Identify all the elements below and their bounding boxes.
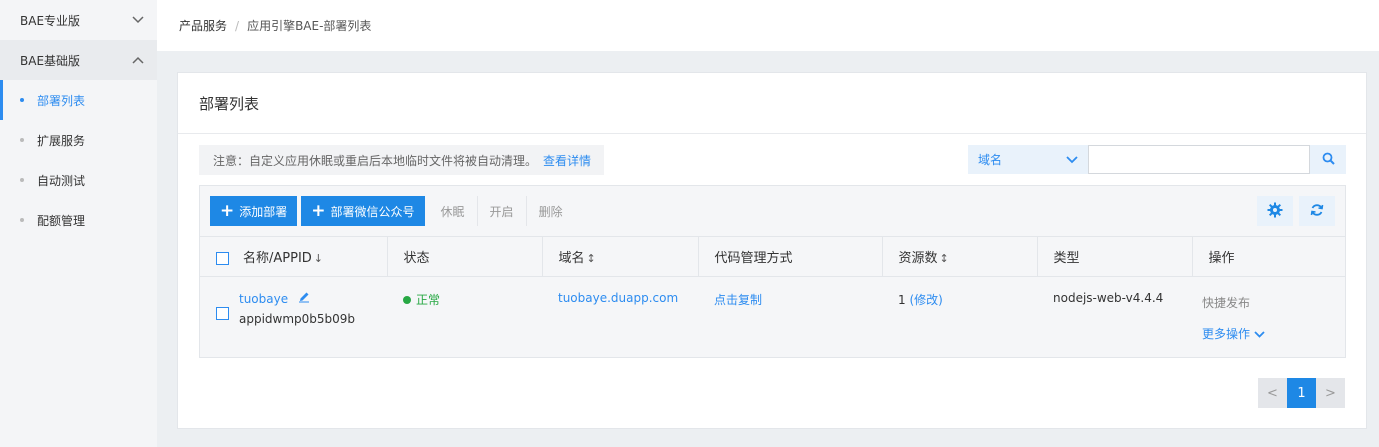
quick-publish-button[interactable]: 快捷发布: [1202, 294, 1345, 311]
sidebar-item-extensions[interactable]: 扩展服务: [0, 120, 157, 160]
page-1-button[interactable]: 1: [1287, 378, 1316, 408]
cell-name: tuobaye appidwmp0b5b09b: [200, 276, 387, 357]
bullet-icon: [20, 138, 24, 142]
more-actions-label: 更多操作: [1202, 327, 1251, 341]
toolbar: + 添加部署 + 部署微信公众号 休眠 开启 删除: [200, 186, 1345, 236]
search-bar: 域名: [968, 145, 1346, 174]
sidebar-item-deploy-list[interactable]: 部署列表: [0, 80, 157, 120]
sidebar-item-label: 部署列表: [37, 93, 86, 108]
cell-resources: 1 (修改): [882, 276, 1037, 357]
modify-resources-link[interactable]: (修改): [909, 293, 942, 307]
type-text: nodejs-web-v4.4.4: [1053, 291, 1164, 305]
plus-icon: +: [311, 200, 326, 221]
breadcrumb-separator: /: [235, 18, 240, 33]
bullet-icon: [20, 218, 24, 222]
sidebar-item-auto-test[interactable]: 自动测试: [0, 160, 157, 200]
search-input[interactable]: [1088, 145, 1310, 174]
notice-bar: 注意：自定义应用休眠或重启后本地临时文件将被自动清理。 查看详情: [199, 145, 604, 175]
copy-link[interactable]: 点击复制: [714, 293, 762, 307]
select-all-checkbox[interactable]: [216, 252, 229, 265]
start-button[interactable]: 开启: [478, 196, 527, 226]
notice-details-link[interactable]: 查看详情: [543, 152, 591, 169]
toolbar-icons: [1257, 196, 1335, 226]
chevron-down-icon: [1066, 153, 1078, 167]
sidebar-group-label: BAE专业版: [20, 13, 81, 28]
sidebar-group-bae-pro[interactable]: BAE专业版: [0, 0, 157, 40]
table-row: tuobaye appidwmp0b5b09b 正常 tuobaye.duapp…: [200, 276, 1345, 357]
add-deploy-label: 添加部署: [239, 204, 288, 219]
page-title: 部署列表: [178, 73, 1366, 134]
delete-button[interactable]: 删除: [527, 196, 575, 226]
notice-text: 注意：自定义应用休眠或重启后本地临时文件将被自动清理。: [213, 153, 538, 168]
search-button[interactable]: [1310, 145, 1346, 174]
app-name-link[interactable]: tuobaye: [239, 292, 288, 306]
resource-count: 1: [898, 293, 906, 307]
column-header-status: 状态: [403, 251, 430, 266]
column-header-domain: 域名: [558, 251, 585, 266]
column-header-name: 名称/APPID: [243, 251, 312, 266]
prev-page-button[interactable]: <: [1258, 378, 1287, 408]
bullet-icon: [20, 178, 24, 182]
chevron-down-icon: [131, 13, 145, 27]
cell-domain: tuobaye.duapp.com: [542, 276, 698, 357]
sidebar-group-bae-basic[interactable]: BAE基础版: [0, 40, 157, 80]
status-ok-icon: [403, 296, 411, 304]
breadcrumb-item-current: 应用引擎BAE-部署列表: [247, 19, 372, 33]
sort-icon: ↕: [939, 252, 949, 265]
column-status: 状态: [387, 236, 543, 277]
column-actions: 操作: [1192, 237, 1345, 277]
column-domain[interactable]: 域名 ↕: [542, 236, 699, 277]
chevron-down-icon: [1254, 327, 1265, 341]
sidebar-item-label: 扩展服务: [37, 133, 86, 148]
settings-button[interactable]: [1257, 196, 1293, 226]
sidebar-submenu: 部署列表 扩展服务 自动测试 配额管理: [0, 80, 157, 240]
deploy-grid: + 添加部署 + 部署微信公众号 休眠 开启 删除 名称/APPID ↓ 状态 …: [199, 185, 1346, 358]
column-header-actions: 操作: [1208, 251, 1235, 266]
cell-actions: 快捷发布 更多操作: [1192, 276, 1345, 357]
bullet-icon: [20, 98, 24, 102]
more-actions-dropdown[interactable]: 更多操作: [1202, 325, 1345, 342]
table-header-row: 名称/APPID ↓ 状态 域名 ↕ 代码管理方式 资源数 ↕ 类型 操作: [200, 236, 1345, 277]
sort-desc-icon: ↓: [313, 252, 324, 265]
column-code-mgmt: 代码管理方式: [698, 236, 883, 277]
search-icon: [1322, 152, 1335, 168]
chevron-up-icon: [131, 53, 145, 67]
deploy-table: 名称/APPID ↓ 状态 域名 ↕ 代码管理方式 资源数 ↕ 类型 操作 tu…: [200, 236, 1345, 357]
row-checkbox[interactable]: [216, 307, 229, 320]
breadcrumb-item-products[interactable]: 产品服务: [179, 17, 227, 34]
deploy-list-panel: 部署列表 注意：自定义应用休眠或重启后本地临时文件将被自动清理。 查看详情 域名…: [177, 72, 1367, 429]
column-name[interactable]: 名称/APPID ↓: [200, 236, 388, 277]
cell-status: 正常: [387, 276, 542, 357]
plus-icon: +: [220, 200, 235, 221]
column-resources[interactable]: 资源数 ↕: [882, 236, 1038, 277]
sidebar-item-label: 自动测试: [37, 173, 86, 188]
column-header-type: 类型: [1053, 251, 1080, 266]
sidebar: BAE专业版 BAE基础版 部署列表 扩展服务 自动测试 配额管理: [0, 0, 157, 447]
add-wechat-deploy-button[interactable]: + 部署微信公众号: [301, 196, 425, 226]
add-deploy-button[interactable]: + 添加部署: [210, 196, 298, 226]
domain-link[interactable]: tuobaye.duapp.com: [558, 291, 678, 305]
breadcrumb: 产品服务 / 应用引擎BAE-部署列表: [157, 0, 1379, 51]
refresh-icon: [1310, 203, 1324, 220]
cell-code-mgmt: 点击复制: [698, 276, 882, 357]
sidebar-item-quota[interactable]: 配额管理: [0, 200, 157, 240]
next-page-button[interactable]: >: [1316, 378, 1345, 408]
edit-icon[interactable]: [298, 292, 310, 306]
sleep-button[interactable]: 休眠: [429, 196, 478, 226]
column-header-code-mgmt: 代码管理方式: [714, 251, 793, 266]
column-header-resources: 资源数: [898, 251, 938, 266]
sidebar-item-label: 配额管理: [37, 213, 86, 228]
cell-type: nodejs-web-v4.4.4: [1037, 276, 1192, 357]
sidebar-group-label: BAE基础版: [20, 53, 81, 68]
appid-text: appidwmp0b5b09b: [239, 312, 356, 326]
pagination: < 1 >: [1258, 378, 1345, 408]
sort-icon: ↕: [586, 252, 596, 265]
refresh-button[interactable]: [1299, 196, 1335, 226]
search-field-value: 域名: [978, 153, 1003, 167]
status-text: 正常: [416, 293, 441, 307]
search-field-select[interactable]: 域名: [968, 145, 1088, 174]
gear-icon: [1267, 202, 1283, 221]
column-type: 类型: [1037, 236, 1193, 277]
add-wechat-label: 部署微信公众号: [330, 204, 415, 219]
